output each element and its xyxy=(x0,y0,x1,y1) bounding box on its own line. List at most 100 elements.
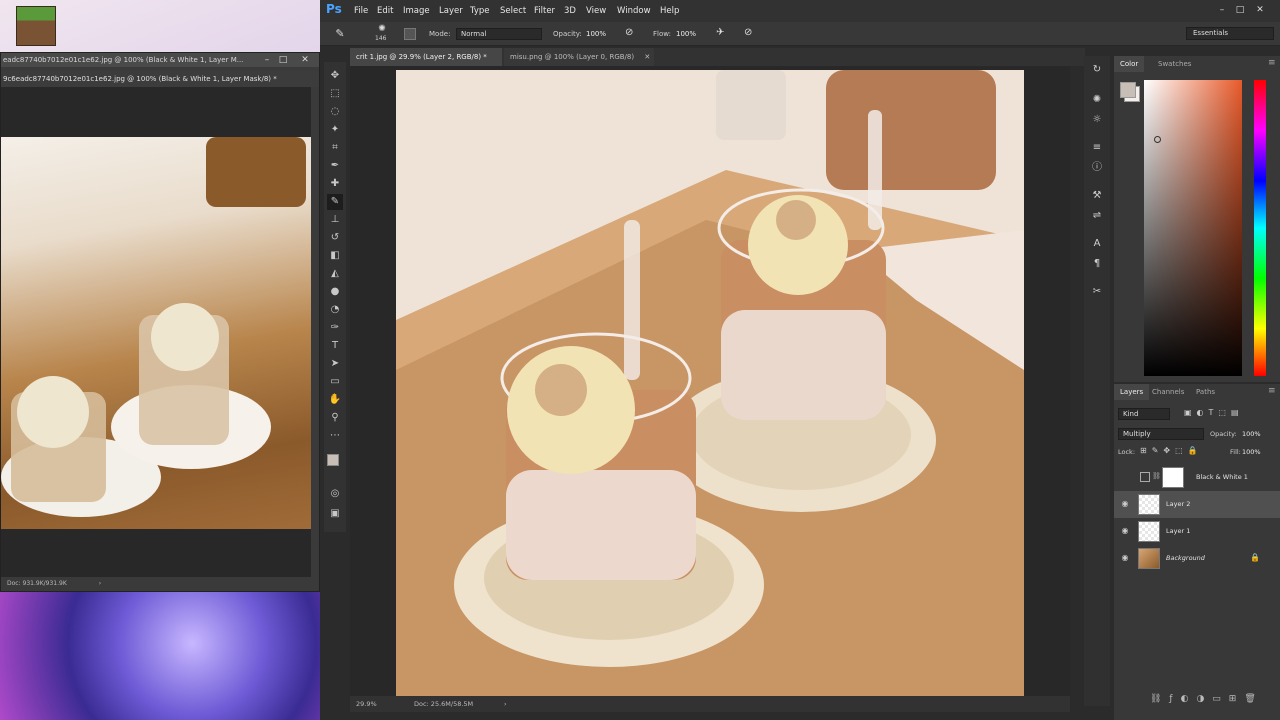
pressure-size-icon[interactable]: ⊘ xyxy=(744,27,752,38)
menu-window[interactable]: Window xyxy=(617,0,651,22)
zoom-level[interactable]: 29.9% xyxy=(356,696,377,712)
opacity-value[interactable]: 100% xyxy=(586,22,606,46)
type-tool-icon[interactable]: T xyxy=(327,338,343,354)
blend-mode-select[interactable]: Multiply xyxy=(1118,428,1204,440)
visibility-eye-icon[interactable]: ◉ xyxy=(1120,553,1130,563)
reference-doc-tab[interactable]: 9c6eadc87740b7012e01c1e62.jpg @ 100% (Bl… xyxy=(1,71,319,87)
brush-tool-icon[interactable]: ✎ xyxy=(332,26,348,42)
visibility-eye-icon[interactable]: ◉ xyxy=(1120,499,1130,509)
more-tools-icon[interactable]: ⋯ xyxy=(327,428,343,444)
panel-menu-icon[interactable]: ≡ xyxy=(1268,58,1276,68)
healing-tool-icon[interactable]: ✚ xyxy=(327,176,343,192)
history-icon[interactable]: ↻ xyxy=(1089,62,1105,78)
workspace-select[interactable]: Essentials xyxy=(1186,27,1274,40)
minimize-button[interactable]: – xyxy=(261,54,273,66)
menu-file[interactable]: File xyxy=(354,0,368,22)
foreground-color-box[interactable] xyxy=(1120,82,1136,98)
properties-icon[interactable]: ≡ xyxy=(1089,140,1105,156)
screen-mode-icon[interactable]: ▣ xyxy=(327,506,343,522)
layer-action-icons[interactable]: ⛓ƒ◐◑▭⊞🗑 xyxy=(1150,694,1264,704)
menu-image[interactable]: Image xyxy=(403,0,430,22)
menu-type[interactable]: Type xyxy=(470,0,490,22)
brush-tool-active-icon[interactable]: ✎ xyxy=(327,194,343,210)
mode-select[interactable]: Normal xyxy=(456,28,542,40)
photoshop-logo: Ps xyxy=(326,2,342,16)
close-tab-icon[interactable]: ✕ xyxy=(644,53,650,61)
history-brush-tool-icon[interactable]: ↺ xyxy=(327,230,343,246)
minecraft-icon[interactable] xyxy=(16,6,56,46)
color-picker-field[interactable] xyxy=(1144,80,1242,376)
tab-paths[interactable]: Paths xyxy=(1190,384,1221,400)
dodge-tool-icon[interactable]: ◔ xyxy=(327,302,343,318)
artwork-canvas[interactable] xyxy=(396,70,1024,696)
canvas-area[interactable] xyxy=(350,66,1070,696)
adjustments-icon[interactable]: ☼ xyxy=(1089,112,1105,128)
kind-filter-select[interactable]: Kind xyxy=(1118,408,1170,420)
foreground-color-swatch[interactable] xyxy=(327,454,339,466)
tab-swatches[interactable]: Swatches xyxy=(1152,56,1197,72)
zoom-tool-icon[interactable]: ⚲ xyxy=(327,410,343,426)
pen-tool-icon[interactable]: ✑ xyxy=(327,320,343,336)
lock-icon[interactable]: 🔒 xyxy=(1250,553,1260,562)
clone-stamp-tool-icon[interactable]: ⊥ xyxy=(327,212,343,228)
menu-layer[interactable]: Layer xyxy=(439,0,463,22)
crop-tool-icon[interactable]: ⌗ xyxy=(327,140,343,156)
info-icon[interactable]: ⓘ xyxy=(1089,160,1105,176)
reference-canvas[interactable] xyxy=(1,87,311,577)
character-icon[interactable]: A xyxy=(1089,236,1105,252)
tool-presets-icon[interactable]: ⚒ xyxy=(1089,188,1105,204)
tools-settings-icon[interactable]: ✂ xyxy=(1089,284,1105,300)
airbrush-icon[interactable]: ✈ xyxy=(716,27,724,38)
hand-tool-icon[interactable]: ✋ xyxy=(327,392,343,408)
layer-row-layer1[interactable]: ◉ Layer 1 xyxy=(1114,518,1280,545)
move-tool-icon[interactable]: ✥ xyxy=(327,68,343,84)
marquee-tool-icon[interactable]: ⬚ xyxy=(327,86,343,102)
layer-filter-icons[interactable]: ▣◐T⬚▤ xyxy=(1184,408,1244,417)
layer-row-background[interactable]: ◉ Background 🔒 xyxy=(1114,545,1280,572)
pressure-opacity-icon[interactable]: ⊘ xyxy=(625,27,633,38)
status-arrow-icon[interactable]: › xyxy=(99,580,101,587)
paragraph-icon[interactable]: ¶ xyxy=(1089,256,1105,272)
fill-value[interactable]: 100% xyxy=(1242,448,1261,456)
lasso-tool-icon[interactable]: ◌ xyxy=(327,104,343,120)
tab-channels[interactable]: Channels xyxy=(1146,384,1190,400)
brush-panel-icon[interactable] xyxy=(404,28,416,40)
menu-filter[interactable]: Filter xyxy=(534,0,555,22)
menu-3d[interactable]: 3D xyxy=(564,0,576,22)
path-select-tool-icon[interactable]: ➤ xyxy=(327,356,343,372)
maximize-button[interactable]: □ xyxy=(277,54,289,66)
layer-mask-thumbnail[interactable] xyxy=(1162,467,1184,488)
eyedropper-tool-icon[interactable]: ✒ xyxy=(327,158,343,174)
lock-icons[interactable]: ⊞✎✥⬚🔒 xyxy=(1140,446,1203,455)
menu-view[interactable]: View xyxy=(586,0,606,22)
hue-slider[interactable] xyxy=(1254,80,1266,376)
app-maximize-button[interactable]: □ xyxy=(1234,4,1246,16)
flow-value[interactable]: 100% xyxy=(676,22,696,46)
quick-select-tool-icon[interactable]: ✦ xyxy=(327,122,343,138)
layer-opacity-value[interactable]: 100% xyxy=(1242,430,1261,438)
close-button[interactable]: ✕ xyxy=(299,54,311,66)
eraser-tool-icon[interactable]: ◧ xyxy=(327,248,343,264)
paint-bucket-tool-icon[interactable]: ◭ xyxy=(327,266,343,282)
tab-layers[interactable]: Layers xyxy=(1114,384,1150,400)
app-minimize-button[interactable]: – xyxy=(1216,4,1228,16)
doc-tab-misu[interactable]: misu.png @ 100% (Layer 0, RGB/8) ✕ xyxy=(504,48,654,66)
brush-presets-icon[interactable]: ✺ xyxy=(1089,92,1105,108)
menu-select[interactable]: Select xyxy=(500,0,526,22)
panel-menu-icon[interactable]: ≡ xyxy=(1268,386,1276,396)
brush-settings-icon[interactable]: ⇌ xyxy=(1089,208,1105,224)
color-picker-cursor[interactable] xyxy=(1154,136,1161,143)
rectangle-tool-icon[interactable]: ▭ xyxy=(327,374,343,390)
layer-row-black-white[interactable]: ⛓ Black & White 1 xyxy=(1114,464,1280,491)
options-bar: ✎ ✺ 146 Mode: Normal Opacity: 100% ⊘ Flo… xyxy=(320,22,1280,46)
menu-edit[interactable]: Edit xyxy=(377,0,393,22)
doc-tab-crit1[interactable]: crit 1.jpg @ 29.9% (Layer 2, RGB/8) * xyxy=(350,48,502,66)
tab-color[interactable]: Color xyxy=(1114,56,1145,72)
layer-row-layer2[interactable]: ◉ Layer 2 xyxy=(1114,491,1280,518)
menu-help[interactable]: Help xyxy=(660,0,679,22)
app-close-button[interactable]: ✕ xyxy=(1254,4,1266,16)
status-arrow-icon[interactable]: › xyxy=(504,696,507,712)
visibility-eye-icon[interactable]: ◉ xyxy=(1120,526,1130,536)
blur-tool-icon[interactable]: ● xyxy=(327,284,343,300)
quick-mask-icon[interactable]: ◎ xyxy=(327,486,343,502)
